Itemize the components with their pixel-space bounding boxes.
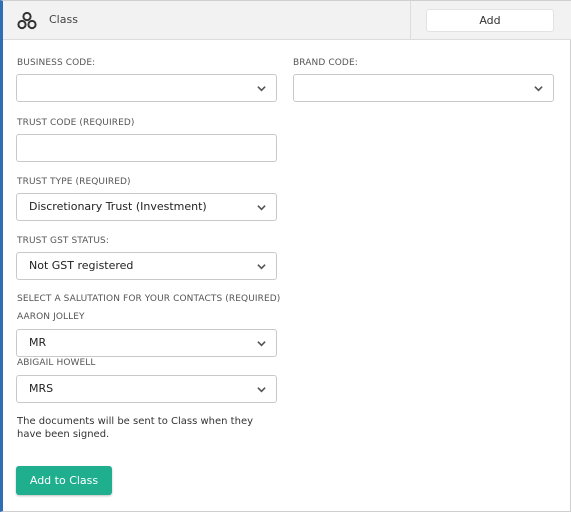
trust-code-input[interactable]	[16, 134, 277, 162]
chevron-down-icon	[257, 387, 266, 393]
contact-name-label: ABIGAIL HOWELL	[17, 358, 96, 368]
trust-type-label: TRUST TYPE (REQUIRED)	[17, 177, 131, 187]
chevron-down-icon	[257, 341, 266, 347]
salutation-heading: SELECT A SALUTATION FOR YOUR CONTACTS (R…	[17, 294, 281, 304]
add-button[interactable]: Add	[426, 9, 554, 32]
chevron-down-icon	[257, 264, 266, 270]
business-code-label: BUSINESS CODE:	[17, 58, 96, 68]
header-divider	[410, 1, 411, 40]
panel-header: Class Add	[3, 1, 571, 40]
contact-salutation-value: MRS	[29, 382, 54, 395]
contact-name-label: AARON JOLLEY	[17, 312, 85, 322]
contact-salutation-select[interactable]: MRS	[16, 375, 277, 403]
chevron-down-icon	[534, 86, 543, 92]
trust-type-value: Discretionary Trust (Investment)	[29, 200, 207, 213]
contact-salutation-select[interactable]: MR	[16, 329, 277, 357]
trust-gst-status-select[interactable]: Not GST registered	[16, 252, 277, 280]
signing-note: The documents will be sent to Class when…	[17, 416, 254, 440]
class-logo-icon	[17, 11, 37, 30]
chevron-down-icon	[257, 205, 266, 211]
brand-code-select[interactable]	[293, 74, 554, 102]
contact-salutation-value: MR	[29, 336, 47, 349]
panel-title: Class	[49, 13, 78, 26]
class-panel: Class Add BUSINESS CODE: BRAND CODE: TRU…	[0, 0, 571, 512]
trust-type-select[interactable]: Discretionary Trust (Investment)	[16, 193, 277, 221]
brand-code-label: BRAND CODE:	[293, 58, 358, 68]
business-code-select[interactable]	[16, 74, 277, 102]
chevron-down-icon	[257, 86, 266, 92]
trust-code-label: TRUST CODE (REQUIRED)	[17, 118, 135, 128]
trust-gst-status-value: Not GST registered	[29, 259, 134, 272]
trust-gst-status-label: TRUST GST STATUS:	[17, 236, 109, 246]
add-to-class-button[interactable]: Add to Class	[16, 466, 112, 495]
